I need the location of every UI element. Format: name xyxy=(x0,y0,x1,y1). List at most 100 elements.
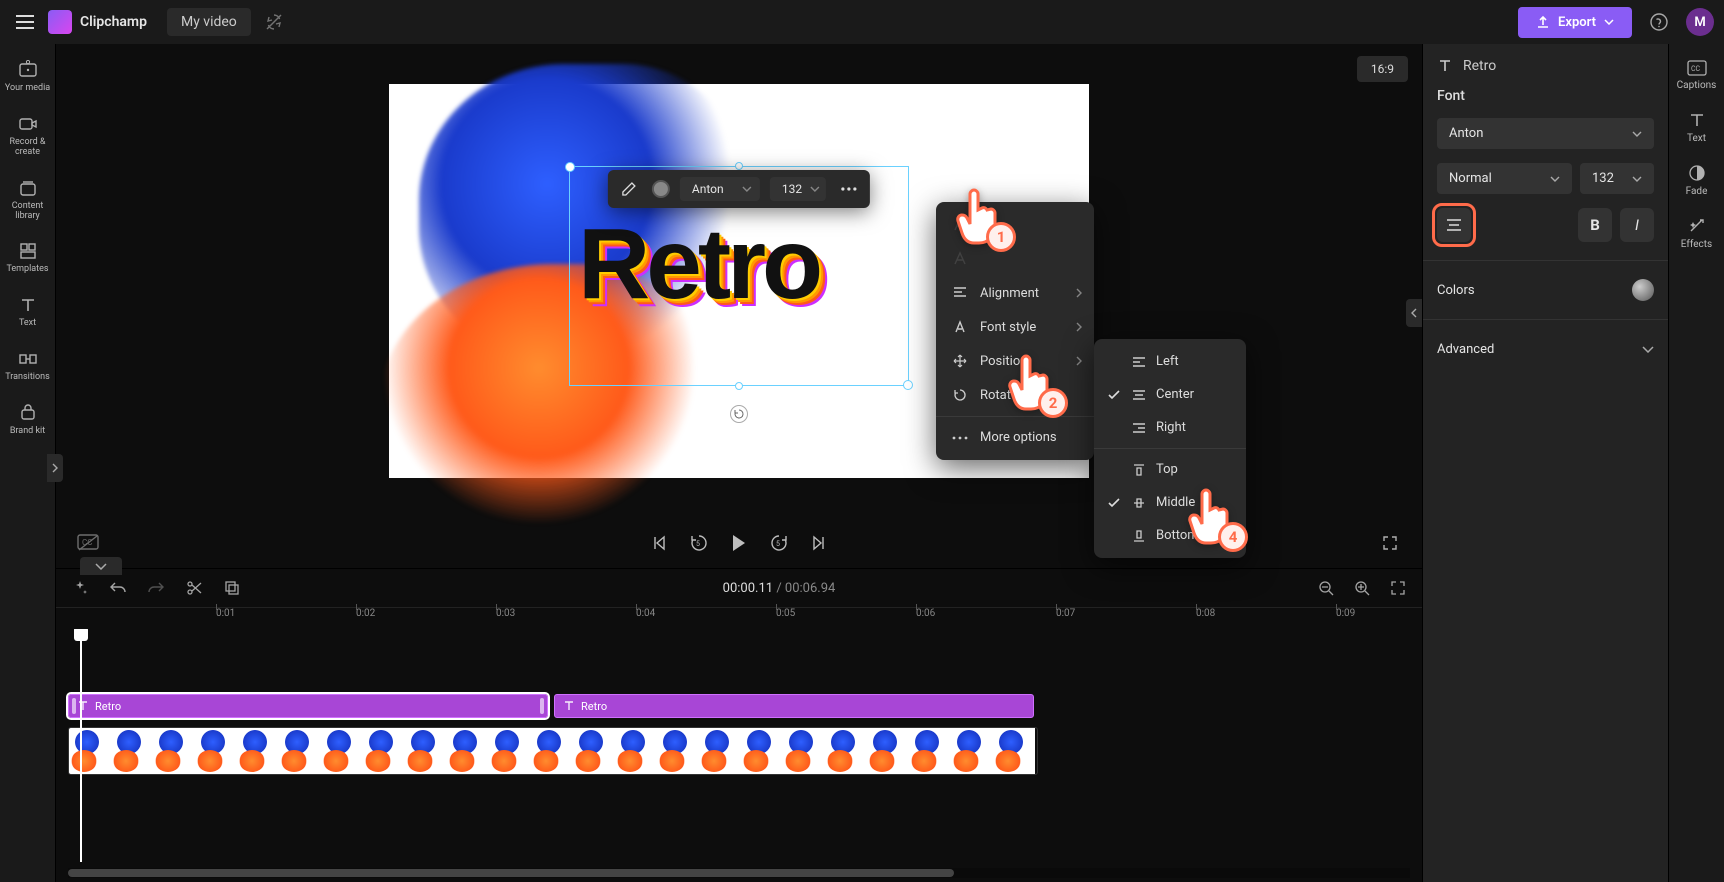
text-clip-2[interactable]: Retro xyxy=(554,694,1034,718)
clipchamp-logo xyxy=(48,10,72,34)
help-button[interactable] xyxy=(1644,7,1674,37)
rnav-effects[interactable]: Effects xyxy=(1673,209,1721,260)
align-right[interactable]: Right xyxy=(1094,411,1246,444)
user-avatar[interactable]: M xyxy=(1686,8,1714,36)
edit-text-button[interactable] xyxy=(616,176,642,202)
fullscreen-button[interactable] xyxy=(1374,527,1406,559)
alignment-submenu: Left Center Right Top xyxy=(1094,339,1246,558)
next-clip-button[interactable] xyxy=(803,527,835,559)
undo-icon xyxy=(110,581,126,595)
ctx-more-options[interactable]: More options xyxy=(936,421,1094,454)
scrollbar-thumb[interactable] xyxy=(68,869,954,877)
video-clip[interactable] xyxy=(68,727,1038,775)
text-clip-1[interactable]: Retro xyxy=(68,694,548,718)
ctx-label: Rotate by xyxy=(980,388,1035,403)
ctx-font-preview xyxy=(936,208,1094,242)
more-options-button[interactable] xyxy=(836,176,862,202)
timeline-ruler[interactable]: 0:01 0:02 0:03 0:04 0:05 0:06 0:07 0:08 … xyxy=(56,607,1422,629)
submenu-label: Middle xyxy=(1156,495,1195,510)
captions-icon: CC xyxy=(1687,60,1707,76)
prev-clip-button[interactable] xyxy=(643,527,675,559)
play-button[interactable] xyxy=(723,527,755,559)
nav-your-media[interactable]: Your media xyxy=(4,52,52,104)
advanced-toggle[interactable]: Advanced xyxy=(1437,338,1654,361)
time-sep: / xyxy=(776,581,781,596)
fit-icon xyxy=(1390,580,1406,596)
ctx-position[interactable]: Position xyxy=(936,344,1094,378)
right-panel-collapse[interactable] xyxy=(1406,299,1422,327)
canvas-text[interactable]: Retro xyxy=(578,207,916,322)
align-top[interactable]: Top xyxy=(1094,453,1246,486)
align-left[interactable]: Left xyxy=(1094,345,1246,378)
text-type-icon xyxy=(1437,58,1453,74)
rnav-label: Text xyxy=(1687,133,1706,144)
nav-content-library[interactable]: Content library xyxy=(4,170,52,232)
align-bottom[interactable]: Bottom xyxy=(1094,519,1246,552)
rnav-label: Effects xyxy=(1681,239,1712,250)
align-middle[interactable]: Middle xyxy=(1094,486,1246,519)
nav-templates[interactable]: Templates xyxy=(4,233,52,285)
ctx-alignment[interactable]: Alignment xyxy=(936,276,1094,310)
panel-title: Retro xyxy=(1463,58,1496,74)
nav-brand-kit[interactable]: Brand kit xyxy=(4,395,52,447)
duplicate-button[interactable] xyxy=(220,576,244,600)
ruler-tick: 0:05 xyxy=(776,608,795,619)
zoom-out-button[interactable] xyxy=(1314,576,1338,600)
rnav-text[interactable]: Text xyxy=(1673,103,1721,154)
align-center[interactable]: Center xyxy=(1094,378,1246,411)
submenu-label: Top xyxy=(1156,462,1178,477)
font-family-select[interactable]: Anton xyxy=(680,177,760,201)
nav-text[interactable]: Text xyxy=(4,287,52,339)
redo-button[interactable] xyxy=(144,576,168,600)
play-icon xyxy=(731,534,747,552)
check-icon xyxy=(1108,498,1120,508)
upload-icon xyxy=(1536,15,1550,29)
hamburger-menu[interactable] xyxy=(10,7,40,37)
bold-button[interactable]: B xyxy=(1578,208,1612,242)
rewind-button[interactable]: 5 xyxy=(683,527,715,559)
timeline-collapse-toggle[interactable] xyxy=(80,557,122,575)
ctx-font-style[interactable]: Font style xyxy=(936,310,1094,344)
chevron-down-icon xyxy=(1550,176,1560,182)
nav-transitions[interactable]: Transitions xyxy=(4,341,52,393)
ruler-tick: 0:07 xyxy=(1056,608,1075,619)
rotate-handle[interactable] xyxy=(730,405,748,423)
advanced-label: Advanced xyxy=(1437,342,1494,357)
align-right-icon xyxy=(1132,421,1146,435)
font-size-dropdown[interactable]: 132 xyxy=(1580,163,1654,194)
pencil-icon xyxy=(621,181,637,197)
rotate-icon xyxy=(734,409,744,419)
project-name[interactable]: My video xyxy=(167,8,251,36)
ctx-rotate[interactable]: Rotate by xyxy=(936,378,1094,412)
zoom-fit-button[interactable] xyxy=(1386,576,1410,600)
forward-button[interactable]: 5 xyxy=(763,527,795,559)
nav-label: Record & create xyxy=(4,138,52,158)
rotate-icon xyxy=(952,387,968,403)
zoom-out-icon xyxy=(1318,580,1334,596)
playhead[interactable] xyxy=(80,629,82,862)
submenu-label: Right xyxy=(1156,420,1186,435)
split-button[interactable] xyxy=(182,576,206,600)
rnav-fade[interactable]: Fade xyxy=(1673,156,1721,207)
undo-button[interactable] xyxy=(106,576,130,600)
magic-button[interactable] xyxy=(68,576,92,600)
align-left-icon xyxy=(1132,355,1146,369)
color-picker-button[interactable] xyxy=(1632,279,1654,301)
rnav-captions[interactable]: CC Captions xyxy=(1673,52,1721,101)
zoom-in-icon xyxy=(1354,580,1370,596)
timeline-scrollbar[interactable] xyxy=(68,868,1410,878)
aspect-ratio-button[interactable]: 16:9 xyxy=(1357,56,1408,82)
text-clip-icon xyxy=(77,700,89,712)
font-size-select[interactable]: 132 xyxy=(770,177,826,201)
nav-record-create[interactable]: Record & create xyxy=(4,106,52,168)
font-family-dropdown[interactable]: Anton xyxy=(1437,118,1654,149)
text-align-button[interactable] xyxy=(1437,208,1471,242)
captions-toggle[interactable]: CC xyxy=(72,527,104,559)
ruler-tick: 0:06 xyxy=(916,608,935,619)
export-button[interactable]: Export xyxy=(1518,7,1632,38)
italic-button[interactable]: I xyxy=(1620,208,1654,242)
svg-text:CC: CC xyxy=(1691,65,1701,73)
zoom-in-button[interactable] xyxy=(1350,576,1374,600)
font-weight-dropdown[interactable]: Normal xyxy=(1437,163,1572,194)
text-color-swatch[interactable] xyxy=(652,180,670,198)
